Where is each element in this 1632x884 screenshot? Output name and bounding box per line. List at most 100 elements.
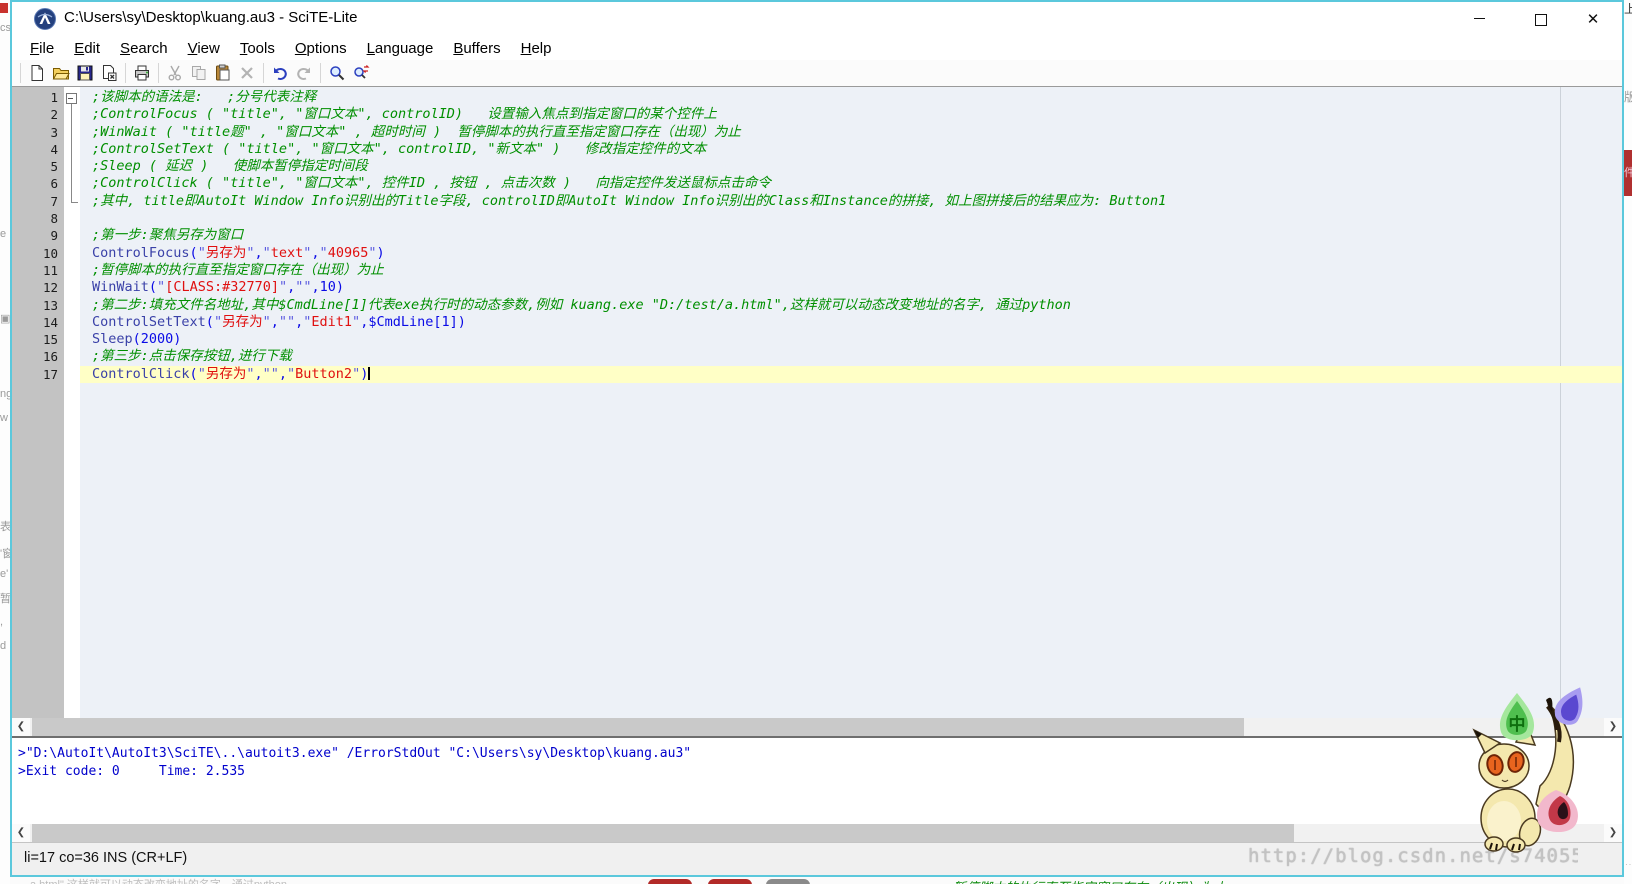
output-h-scrollbar[interactable]: ❮ ❯ xyxy=(12,824,1622,842)
background-glyph: e' xyxy=(0,568,9,580)
code-line-1[interactable]: 1 ;该脚本的语法是: ;分号代表注释 xyxy=(12,89,1622,107)
code-text[interactable] xyxy=(80,210,1622,227)
fold-marker-mid xyxy=(64,140,80,159)
menu-tools[interactable]: Tools xyxy=(230,40,285,57)
scrollbar-thumb[interactable] xyxy=(32,718,1244,736)
code-line-14[interactable]: 14 ControlSetText("另存为","","Edit1",$CmdLi… xyxy=(12,314,1622,331)
menu-buffers[interactable]: Buffers xyxy=(443,40,510,57)
scroll-right-arrow[interactable]: ❯ xyxy=(1604,824,1622,842)
toolbar-separator xyxy=(263,63,264,83)
code-line-5[interactable]: 5 ;Sleep ( 延迟 ) 使脚本暂停指定时间段 xyxy=(12,158,1622,176)
new-file-icon[interactable] xyxy=(25,62,49,84)
close-button[interactable]: ✕ xyxy=(1578,10,1608,30)
code-line-3[interactable]: 3 ;WinWait ( "title题" , "窗口文本" , 超时时间 ) 暂… xyxy=(12,123,1622,142)
scroll-right-arrow[interactable]: ❯ xyxy=(1604,718,1622,736)
code-line-17[interactable]: 17 ControlClick("另存为","","Button2") xyxy=(12,365,1622,384)
code-text[interactable]: ;其中, title即AutoIt Window Info识别出的Title字段… xyxy=(80,193,1622,210)
background-glyph: '窗 xyxy=(0,548,10,560)
menu-help[interactable]: Help xyxy=(511,40,562,57)
code-text[interactable]: ;ControlSetText ( "title", "窗口文本", contr… xyxy=(80,141,1622,158)
output-pane[interactable]: >"D:\AutoIt\AutoIt3\SciTE\..\autoit3.exe… xyxy=(12,738,1622,824)
code-text[interactable]: ;第二步:填充文件名地址,其中$CmdLine[1]代表exe执行时的动态参数,… xyxy=(80,297,1622,314)
fold-margin-cell xyxy=(64,245,80,262)
line-number: 5 xyxy=(50,159,58,175)
code-line-2[interactable]: 2 ;ControlFocus ( "title", "窗口文本", contro… xyxy=(12,106,1622,124)
code-line-7[interactable]: 7 ;其中, title即AutoIt Window Info识别出的Title字… xyxy=(12,192,1622,210)
toolbar xyxy=(12,60,1622,86)
background-window-bottom-sliver: a.html",这样就可以动态改变地址的名字，通过python ;暂停脚本的执行… xyxy=(10,877,1624,884)
line-number: 3 xyxy=(50,124,58,140)
code-line-15[interactable]: 15 Sleep(2000) xyxy=(12,331,1622,348)
code-text[interactable]: ;第一步:聚焦另存为窗口 xyxy=(80,227,1622,244)
code-text[interactable]: ;WinWait ( "title题" , "窗口文本" , 超时时间 ) 暂停… xyxy=(80,124,1622,141)
close-file-icon[interactable] xyxy=(97,62,121,84)
fold-marker-end xyxy=(64,192,80,210)
code-text[interactable]: Sleep(2000) xyxy=(80,331,1622,348)
cut-icon xyxy=(163,62,187,84)
background-blurred-text: a.html",这样就可以动态改变地址的名字，通过python xyxy=(30,877,287,884)
code-line-11[interactable]: 11 ;暂停脚本的执行直至指定窗口存在（出现）为止 xyxy=(12,262,1622,279)
maximize-button[interactable] xyxy=(1526,10,1556,30)
background-glyph: 表 xyxy=(0,521,10,533)
line-number: 11 xyxy=(42,262,58,278)
fold-margin-cell xyxy=(64,279,80,296)
open-file-icon[interactable] xyxy=(49,62,73,84)
code-line-16[interactable]: 16 ;第三步:点击保存按钮,进行下载 xyxy=(12,348,1622,365)
code-line-4[interactable]: 4 ;ControlSetText ( "title", "窗口文本", cont… xyxy=(12,140,1622,159)
line-number: 16 xyxy=(42,349,58,365)
background-glyph: w xyxy=(0,412,8,424)
line-number: 12 xyxy=(42,280,58,296)
code-editor[interactable]: 1 ;该脚本的语法是: ;分号代表注释 2 ;ControlFocus ( "titl… xyxy=(12,87,1622,718)
code-text[interactable]: ControlFocus("另存为","text","40965") xyxy=(80,245,1622,262)
save-file-icon[interactable] xyxy=(73,62,97,84)
editor-h-scrollbar[interactable]: ❮ ❯ xyxy=(12,718,1622,736)
background-glyph: d xyxy=(0,640,7,652)
code-text[interactable]: ;暂停脚本的执行直至指定窗口存在（出现）为止 xyxy=(80,262,1622,279)
code-text[interactable]: WinWait("[CLASS:#32770]","",10) xyxy=(80,279,1622,296)
find-replace-icon[interactable] xyxy=(349,62,373,84)
code-line-13[interactable]: 13 ;第二步:填充文件名地址,其中$CmdLine[1]代表exe执行时的动态参… xyxy=(12,297,1622,314)
line-number: 2 xyxy=(50,107,58,123)
code-text[interactable]: ;ControlFocus ( "title", "窗口文本", control… xyxy=(80,106,1622,123)
background-window-right-sliver: 上 版 件 ··· xyxy=(1624,0,1632,884)
menu-options[interactable]: Options xyxy=(285,40,357,57)
fold-margin-cell xyxy=(64,210,80,227)
menu-file[interactable]: File xyxy=(20,40,64,57)
code-line-8[interactable]: 8 xyxy=(12,210,1622,227)
code-line-12[interactable]: 12 WinWait("[CLASS:#32770]","",10) xyxy=(12,279,1622,296)
text-caret xyxy=(368,366,370,380)
minimize-button[interactable] xyxy=(1464,10,1494,30)
find-icon[interactable] xyxy=(325,62,349,84)
line-number: 9 xyxy=(50,228,58,244)
undo-icon[interactable] xyxy=(268,62,292,84)
fold-margin-cell xyxy=(64,314,80,331)
code-text[interactable]: ControlSetText("另存为","","Edit1",$CmdLine… xyxy=(80,314,1622,331)
scrollbar-thumb[interactable] xyxy=(32,824,1294,842)
code-text[interactable]: ;第三步:点击保存按钮,进行下载 xyxy=(80,348,1622,365)
editor-lines: 1 ;该脚本的语法是: ;分号代表注释 2 ;ControlFocus ( "titl… xyxy=(12,89,1622,384)
menu-edit[interactable]: Edit xyxy=(64,40,110,57)
fold-margin-cell xyxy=(64,348,80,365)
paste-icon[interactable] xyxy=(211,62,235,84)
background-gray-icon xyxy=(766,879,810,884)
code-text[interactable]: ;ControlClick ( "title", "窗口文本", 控件ID , … xyxy=(80,175,1622,192)
menu-search[interactable]: Search xyxy=(110,40,178,57)
scroll-left-arrow[interactable]: ❮ xyxy=(12,718,30,736)
background-glyph: ▣ xyxy=(0,313,10,325)
code-line-6[interactable]: 6 ;ControlClick ( "title", "窗口文本", 控件ID ,… xyxy=(12,175,1622,194)
menu-bar: File Edit Search View Tools Options Language Bu… xyxy=(12,36,1622,60)
code-text[interactable]: ControlClick("另存为","","Button2") xyxy=(80,365,1622,384)
line-number: 15 xyxy=(42,332,58,348)
menu-view[interactable]: View xyxy=(178,40,230,57)
code-text[interactable]: ;该脚本的语法是: ;分号代表注释 xyxy=(80,89,1622,106)
print-icon[interactable] xyxy=(130,62,154,84)
code-text[interactable]: ;Sleep ( 延迟 ) 使脚本暂停指定时间段 xyxy=(80,158,1622,175)
code-line-10[interactable]: 10 ControlFocus("另存为","text","40965") xyxy=(12,245,1622,262)
fold-marker-start[interactable] xyxy=(64,89,80,107)
code-line-9[interactable]: 9 ;第一步:聚焦另存为窗口 xyxy=(12,227,1622,244)
menu-language[interactable]: Language xyxy=(357,40,444,57)
line-number: 14 xyxy=(42,314,58,330)
delete-icon xyxy=(235,62,259,84)
scroll-left-arrow[interactable]: ❮ xyxy=(12,824,30,842)
toolbar-separator xyxy=(158,63,159,83)
